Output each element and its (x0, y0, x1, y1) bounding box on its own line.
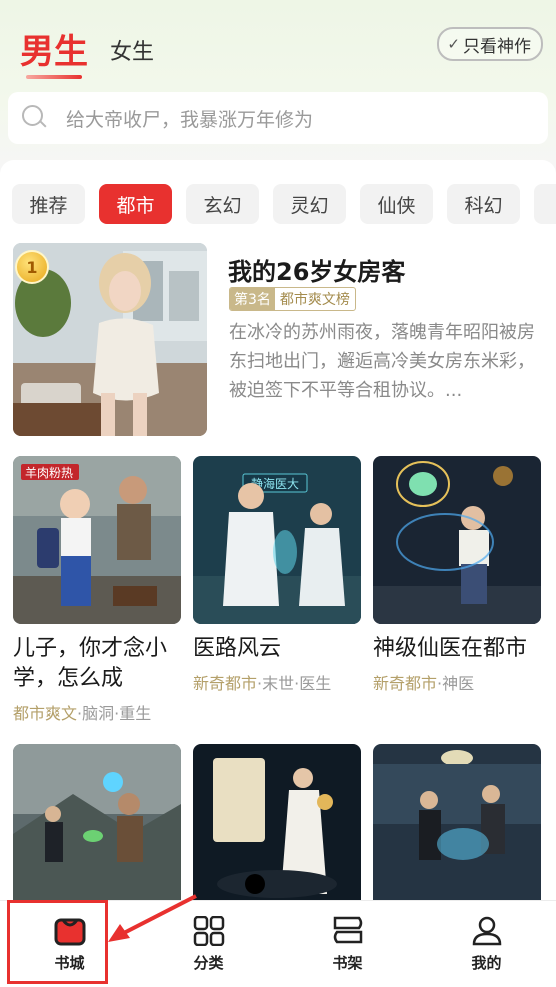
nav-mine[interactable]: 我的 (417, 901, 556, 987)
book-tags: 新奇都市·神医 (373, 674, 475, 693)
pointer-arrow-icon (108, 894, 197, 942)
book-title: 儿子，你才念小学，怎么成 (13, 636, 168, 691)
tab-female[interactable]: 女生 (110, 34, 154, 66)
book-title: 神级仙医在都市 (373, 636, 528, 661)
book-tags: 都市爽文·脑洞·重生 (13, 704, 152, 723)
category-tab-xianxia[interactable]: 仙侠 (360, 184, 433, 224)
nav-bookshelf-label: 书架 (332, 953, 363, 972)
book-tags: 新奇都市·末世·医生 (193, 674, 332, 693)
tab-male[interactable]: 男生 (20, 24, 88, 79)
book-tag-rest: 脑洞·重生 (82, 704, 152, 723)
book-card[interactable]: 神级仙医在都市 新奇都市·神医 (373, 456, 541, 694)
book-card[interactable]: 静海医大 医路风云 新奇都市·末世·医生 (193, 456, 361, 694)
search-bar[interactable]: 给大帝收尸，我暴涨万年修为 (8, 92, 548, 144)
book-title: 医路风云 (193, 636, 282, 661)
category-tab-city[interactable]: 都市 (99, 184, 172, 224)
nav-mine-label: 我的 (471, 953, 502, 972)
category-tab-scifi[interactable]: 科幻 (447, 184, 520, 224)
bookshelf-icon (333, 916, 362, 943)
book-card[interactable] (373, 744, 541, 900)
featured-rank-badge: 第3名 都市爽文榜 (229, 287, 356, 311)
search-icon (22, 105, 48, 131)
cover-sign-text: 羊肉粉热 (25, 465, 73, 480)
nav-bookshelf[interactable]: 书架 (278, 901, 417, 987)
book-cover (373, 456, 541, 624)
search-placeholder: 给大帝收尸，我暴涨万年修为 (66, 108, 314, 131)
book-card[interactable]: 羊肉粉热 儿子，你才念小学，怎么成 都市爽文·脑洞·重生 (13, 456, 181, 724)
active-tab-underline (26, 75, 82, 79)
book-card[interactable] (13, 744, 181, 900)
book-card[interactable] (193, 744, 361, 900)
book-cover: 静海医大 (193, 456, 361, 624)
book-tag-rest: 神医 (442, 674, 475, 693)
book-tag-main: 都市爽文 (13, 704, 78, 723)
book-tag-main: 新奇都市 (193, 674, 258, 693)
book-cover (13, 744, 181, 900)
category-tab-partial[interactable] (534, 184, 556, 224)
rank-list-name: 都市爽文榜 (279, 292, 350, 308)
book-cover (193, 744, 361, 900)
category-tabs: 推荐 都市 玄幻 灵幻 仙侠 科幻 (12, 184, 556, 224)
category-tab-linghuan[interactable]: 灵幻 (273, 184, 346, 224)
book-cover: 羊肉粉热 (13, 456, 181, 624)
nav-category-label: 分类 (193, 953, 224, 972)
rank-position: 第3名 (230, 288, 275, 310)
only-masterpiece-toggle[interactable]: ✓ 只看神作 (437, 27, 543, 61)
only-masterpiece-label: 只看神作 (463, 36, 531, 57)
check-icon: ✓ (447, 35, 460, 53)
book-cover (373, 744, 541, 900)
featured-book-title[interactable]: 我的26岁女房客 (228, 252, 405, 287)
user-icon (472, 916, 501, 945)
featured-book-description: 在冰冷的苏州雨夜，落魄青年昭阳被房东扫地出门，邂逅高冷美女房东米彩，被迫签下不平… (229, 322, 535, 401)
tab-male-label: 男生 (20, 32, 88, 72)
highlight-box (7, 900, 108, 984)
book-tag-main: 新奇都市 (373, 674, 438, 693)
rank-medal-icon: 1 (15, 250, 49, 284)
category-tab-xuanhuan[interactable]: 玄幻 (186, 184, 259, 224)
book-tag-rest: 末世·医生 (262, 674, 332, 693)
category-tab-recommend[interactable]: 推荐 (12, 184, 85, 224)
